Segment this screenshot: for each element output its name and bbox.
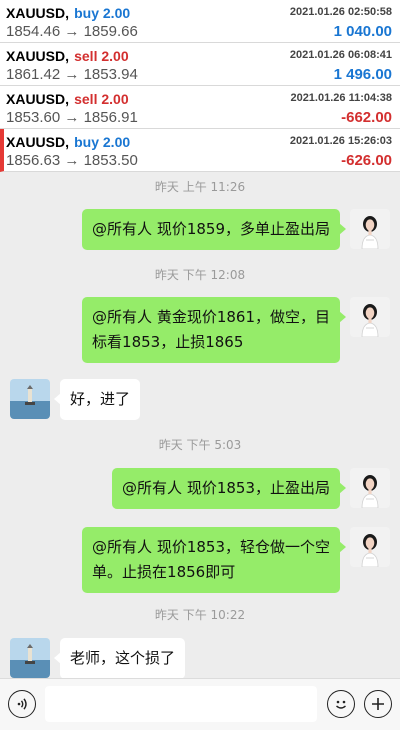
trade-datetime: 2021.01.26 11:04:38 [290,92,392,104]
message-input[interactable] [45,686,317,722]
trade-profit: 1 040.00 [333,22,392,40]
trade-list: XAUUSD, buy 2.00 2021.01.26 02:50:58 185… [0,0,400,172]
trade-close-price: 1856.91 [83,108,138,126]
message-text: @所有人 现价1859，多单止盈出局 [92,220,330,238]
trade-side: sell 2.00 [74,47,129,64]
message-text: 老师，这个损了 [70,649,176,667]
trade-close-price: 1853.94 [83,65,138,83]
message-text: 单。止损在1856即可 [92,563,236,581]
arrow-icon: → [64,108,80,126]
trade-symbol: XAUUSD, [6,47,70,64]
arrow-icon: → [64,65,80,83]
timestamp: 昨天 下午 12:08 [154,268,246,282]
trade-row-selected[interactable]: XAUUSD, buy 2.00 2021.01.26 15:26:03 185… [0,129,400,172]
my-avatar[interactable] [350,527,390,567]
trade-open-price: 1853.60 [6,108,61,126]
voice-icon[interactable] [8,690,36,718]
trade-row[interactable]: XAUUSD, sell 2.00 2021.01.26 06:08:41 18… [0,43,400,86]
my-avatar[interactable] [350,297,390,337]
message-text: @所有人 黄金现价1861，做空，目 [92,308,330,326]
trade-datetime: 2021.01.26 02:50:58 [289,6,392,18]
message-text: @所有人 现价1853，止盈出局 [122,479,330,497]
timestamp: 昨天 下午 10:22 [154,608,246,622]
message-row: @所有人 现价1853，止盈出局 [112,468,390,509]
message-text: @所有人 现价1853，轻仓做一个空 [92,538,330,556]
trade-row[interactable]: XAUUSD, sell 2.00 2021.01.26 11:04:38 18… [0,86,400,129]
trade-profit: -662.00 [341,108,392,126]
contact-avatar[interactable] [10,638,50,678]
trade-profit: -626.00 [341,151,392,169]
contact-message-bubble[interactable]: 老师，这个损了 [53,638,186,679]
my-message-bubble[interactable]: @所有人 现价1853，止盈出局 [112,468,346,509]
timestamp: 昨天 上午 11:26 [154,180,246,194]
message-row: @所有人 黄金现价1861，做空，目 标看1853，止损1865 [82,297,390,363]
trade-side: sell 2.00 [74,90,129,107]
trade-symbol: XAUUSD, [6,4,70,21]
my-avatar[interactable] [350,209,390,249]
trade-symbol: XAUUSD, [6,90,70,107]
my-message-bubble[interactable]: @所有人 现价1853，轻仓做一个空 单。止损在1856即可 [82,527,346,593]
arrow-icon: → [64,22,80,40]
input-bar [0,678,400,730]
emoji-icon[interactable] [327,690,355,718]
contact-avatar[interactable] [10,379,50,419]
message-text: 好，进了 [70,390,131,408]
trade-close-price: 1859.66 [83,22,138,40]
message-row: 好，进了 [10,379,141,420]
my-message-bubble[interactable]: @所有人 黄金现价1861，做空，目 标看1853，止损1865 [82,297,346,363]
trade-close-price: 1853.50 [83,151,138,169]
trade-side: buy 2.00 [74,133,131,150]
my-message-bubble[interactable]: @所有人 现价1859，多单止盈出局 [82,209,346,250]
trade-open-price: 1856.63 [6,151,61,169]
message-row: @所有人 现价1859，多单止盈出局 [82,209,390,250]
message-row: 老师，这个损了 [10,638,186,679]
chat-area[interactable]: 昨天 上午 11:26 @所有人 现价1859，多单止盈出局 昨天 下午 12:… [0,174,400,680]
contact-message-bubble[interactable]: 好，进了 [53,379,141,420]
trade-row[interactable]: XAUUSD, buy 2.00 2021.01.26 02:50:58 185… [0,0,400,43]
message-row: @所有人 现价1853，轻仓做一个空 单。止损在1856即可 [82,527,390,593]
plus-icon[interactable] [364,690,392,718]
trade-profit: 1 496.00 [333,65,392,83]
trade-open-price: 1861.42 [6,65,61,83]
timestamp: 昨天 下午 5:03 [158,438,242,452]
trade-datetime: 2021.01.26 06:08:41 [289,49,392,61]
trade-open-price: 1854.46 [6,22,61,40]
trade-side: buy 2.00 [74,4,131,21]
message-text: 标看1853，止损1865 [92,333,244,351]
arrow-icon: → [64,151,80,169]
my-avatar[interactable] [350,468,390,508]
trade-symbol: XAUUSD, [6,133,70,150]
trade-datetime: 2021.01.26 15:26:03 [289,135,392,147]
